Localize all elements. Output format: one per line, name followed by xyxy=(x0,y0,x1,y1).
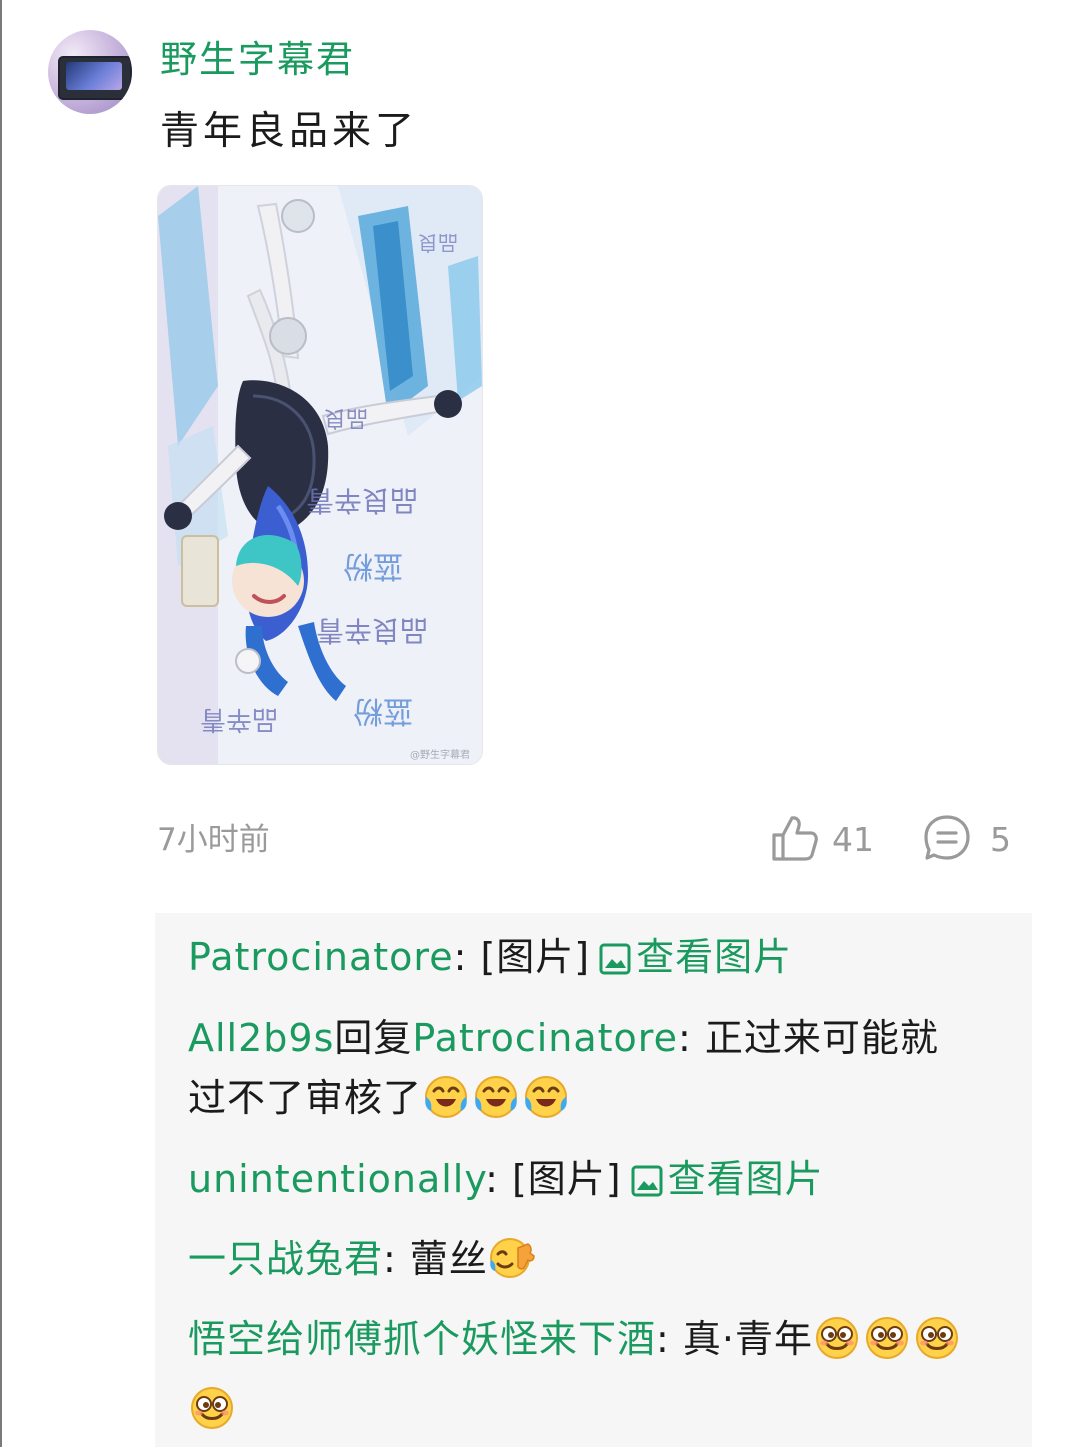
comment-button[interactable]: 5 xyxy=(922,812,1011,868)
thumbs-up-icon xyxy=(770,813,818,867)
left-edge-divider xyxy=(0,0,2,1447)
reply-author[interactable]: 一只战兔君 xyxy=(188,1237,383,1281)
comment-count: 5 xyxy=(990,820,1011,859)
sly-grin-emoji xyxy=(863,1314,911,1379)
post-image[interactable]: 品良辛青 蓝粉 品良辛青 蓝粉 品辛青 品良 品良 @野生字幕君 xyxy=(157,185,483,765)
laugh-cry-emoji xyxy=(522,1073,570,1138)
post-text: 青年良品来了 xyxy=(160,109,419,154)
reply-colon: : xyxy=(485,1157,512,1201)
svg-text:蓝粉: 蓝粉 xyxy=(343,548,403,583)
svg-text:品良辛青: 品良辛青 xyxy=(306,484,418,517)
comment-bubble-icon xyxy=(922,813,972,867)
reply-content: [图片] xyxy=(511,1157,622,1201)
reply-author[interactable]: All2b9s xyxy=(188,1016,334,1060)
reply-author[interactable]: unintentionally xyxy=(188,1157,485,1201)
view-image-link[interactable]: 查看图片 xyxy=(668,1157,824,1201)
reply-item[interactable]: 悟空给师傅抓个妖怪来下酒: 真·青年 xyxy=(188,1309,1008,1449)
sly-grin-emoji xyxy=(813,1314,861,1379)
reply-author[interactable]: 悟空给师傅抓个妖怪来下酒 xyxy=(188,1317,656,1361)
laugh-cry-emoji xyxy=(472,1073,520,1138)
reply-colon: : xyxy=(453,935,481,979)
svg-text:品良: 品良 xyxy=(324,405,368,430)
reply-colon: : xyxy=(677,1016,705,1060)
svg-text:品良: 品良 xyxy=(418,231,458,255)
reply-author[interactable]: Patrocinatore xyxy=(188,935,454,979)
post-username[interactable]: 野生字幕君 xyxy=(160,36,355,84)
replies-panel: Patrocinatore: [图片] 查看图片 All2b9s回复Patroc… xyxy=(155,913,1032,1447)
post-image-illustration: 品良辛青 蓝粉 品良辛青 蓝粉 品辛青 品良 品良 @野生字幕君 xyxy=(158,186,482,764)
reply-content: 正过来可能就 xyxy=(704,1016,939,1060)
reply-colon: : xyxy=(383,1237,410,1281)
like-count: 41 xyxy=(832,820,874,859)
avatar-phone-graphic xyxy=(58,56,132,100)
reply-word: 回复 xyxy=(334,1016,413,1060)
reply-colon: : xyxy=(656,1317,683,1361)
sly-grin-emoji xyxy=(188,1384,236,1449)
reply-content: 真·青年 xyxy=(682,1317,813,1361)
reply-target[interactable]: Patrocinatore xyxy=(412,1016,678,1060)
reply-content: 蕾丝 xyxy=(409,1237,488,1281)
laugh-cry-emoji xyxy=(422,1073,470,1138)
reply-content-continued: 过不了审核了 xyxy=(188,1076,423,1120)
reply-item[interactable]: 一只战兔君: 蕾丝 xyxy=(188,1229,1008,1299)
image-watermark: @野生字幕君 xyxy=(410,748,470,761)
like-button[interactable]: 41 xyxy=(770,812,874,868)
svg-text:品良辛青: 品良辛青 xyxy=(316,614,428,647)
image-icon[interactable] xyxy=(598,933,632,993)
reply-item[interactable]: All2b9s回复Patrocinatore: 正过来可能就过不了审核了 xyxy=(188,1008,1008,1138)
post-timestamp: 7小时前 xyxy=(157,822,270,858)
avatar[interactable] xyxy=(48,30,132,114)
svg-text:蓝粉: 蓝粉 xyxy=(353,693,413,728)
reply-item[interactable]: unintentionally: [图片] 查看图片 xyxy=(188,1149,1008,1215)
image-icon[interactable] xyxy=(630,1155,664,1215)
svg-text:品辛青: 品辛青 xyxy=(200,704,278,734)
sly-grin-emoji xyxy=(913,1314,961,1379)
view-image-link[interactable]: 查看图片 xyxy=(636,935,792,979)
reply-content: [图片] xyxy=(480,935,591,979)
wave-emoji xyxy=(488,1234,536,1299)
reply-item[interactable]: Patrocinatore: [图片] 查看图片 xyxy=(188,927,1008,993)
